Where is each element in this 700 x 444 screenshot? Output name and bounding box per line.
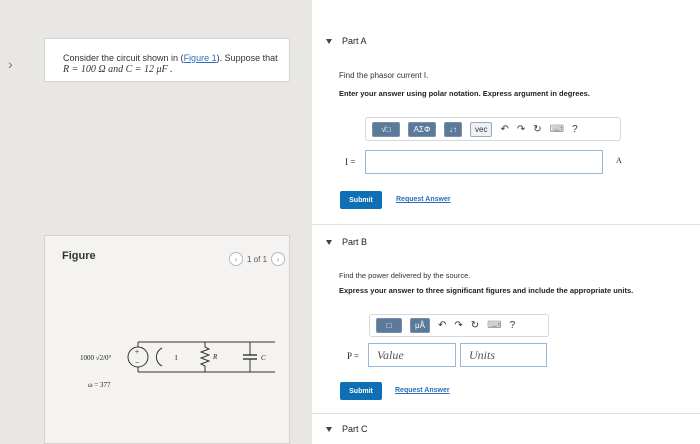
svg-text:+: + [135, 349, 139, 356]
current-arrow-arc [155, 347, 163, 367]
units-placeholder: Units [469, 348, 496, 362]
part-b-header[interactable]: Part B [326, 237, 367, 247]
omega-label: ω = 377 [88, 381, 111, 389]
resistor-symbol [199, 342, 211, 372]
part-b-instruction: Express your answer to three significant… [339, 286, 634, 295]
figure-title: Figure [62, 250, 96, 262]
vector-button[interactable]: vec [470, 121, 493, 137]
problem-intro: Consider the circuit shown in ( [63, 53, 184, 63]
collapse-arrow-icon[interactable]: › [8, 56, 13, 72]
greek-symbols-button[interactable]: ΑΣΦ [408, 121, 436, 137]
reset-icon[interactable]: ↻ [471, 320, 479, 331]
circuit-diagram: + − 1000 √2/0° ω = 377 I R C [80, 341, 275, 389]
part-a-submit-button[interactable]: Submit [340, 191, 382, 209]
collapse-icon [326, 39, 332, 45]
current-label: I [175, 354, 178, 362]
value-placeholder: Value [377, 348, 404, 362]
help-icon[interactable]: ? [510, 320, 516, 331]
collapse-icon [326, 427, 332, 433]
subscript-button[interactable]: ↓↑ [444, 121, 462, 137]
part-c-title: Part C [342, 424, 368, 434]
problem-after-link: ). Suppose that [216, 53, 278, 63]
question-panel: Part A Find the phasor current I. Enter … [312, 0, 700, 444]
prev-figure-button[interactable]: ‹ [229, 252, 243, 266]
reset-icon[interactable]: ↻ [533, 124, 541, 135]
units-button[interactable]: μÅ [410, 318, 430, 333]
keyboard-icon[interactable]: ⌨ [550, 124, 564, 135]
resistor-label: R [212, 353, 218, 361]
part-c-header[interactable]: Part C [326, 424, 368, 434]
part-b-units-input[interactable]: Units [460, 343, 547, 367]
part-b-input-label: P = [347, 351, 359, 361]
svg-text:−: − [135, 360, 139, 367]
part-b-request-answer-link[interactable]: Request Answer [395, 387, 450, 394]
template-button[interactable]: □ [376, 318, 402, 333]
keyboard-icon[interactable]: ⌨ [487, 320, 501, 331]
part-a-request-answer-link[interactable]: Request Answer [396, 196, 451, 203]
pager-text: 1 of 1 [247, 254, 268, 264]
template-button[interactable]: √□ [372, 121, 400, 137]
capacitor-label: C [261, 354, 266, 362]
part-a-equation-toolbar: √□ ΑΣΦ ↓↑ vec ↶ ↷ ↻ ⌨ ? [365, 117, 621, 141]
divider [312, 224, 700, 225]
undo-icon[interactable]: ↶ [500, 124, 508, 135]
part-a-question: Find the phasor current I. [339, 71, 429, 80]
figure-pager: ‹ 1 of 1 › [229, 252, 286, 266]
next-figure-button[interactable]: › [271, 252, 286, 266]
part-b-title: Part B [342, 237, 368, 247]
undo-icon[interactable]: ↶ [438, 320, 446, 331]
problem-values: R = 100 Ω and C = 12 μF . [63, 64, 173, 75]
figure-link[interactable]: Figure 1 [184, 53, 217, 63]
part-a-instruction: Enter your answer using polar notation. … [339, 89, 590, 98]
divider [312, 413, 700, 414]
part-a-unit: A [616, 156, 622, 165]
collapse-icon [326, 240, 332, 246]
part-b-value-input[interactable]: Value [368, 343, 456, 367]
part-a-answer-input[interactable] [365, 150, 603, 174]
part-a-header[interactable]: Part A [326, 36, 367, 46]
redo-icon[interactable]: ↷ [454, 320, 462, 331]
redo-icon[interactable]: ↷ [517, 124, 525, 135]
source-label: 1000 √2/0° [80, 354, 112, 362]
problem-statement: Consider the circuit shown in (Figure 1)… [44, 38, 290, 82]
part-b-question: Find the power delivered by the source. [339, 271, 471, 280]
part-a-input-label: I = [345, 157, 356, 167]
part-b-submit-button[interactable]: Submit [340, 382, 382, 400]
help-icon[interactable]: ? [572, 124, 578, 135]
part-b-equation-toolbar: □ μÅ ↶ ↷ ↻ ⌨ ? [369, 314, 549, 337]
part-a-title: Part A [342, 36, 367, 46]
